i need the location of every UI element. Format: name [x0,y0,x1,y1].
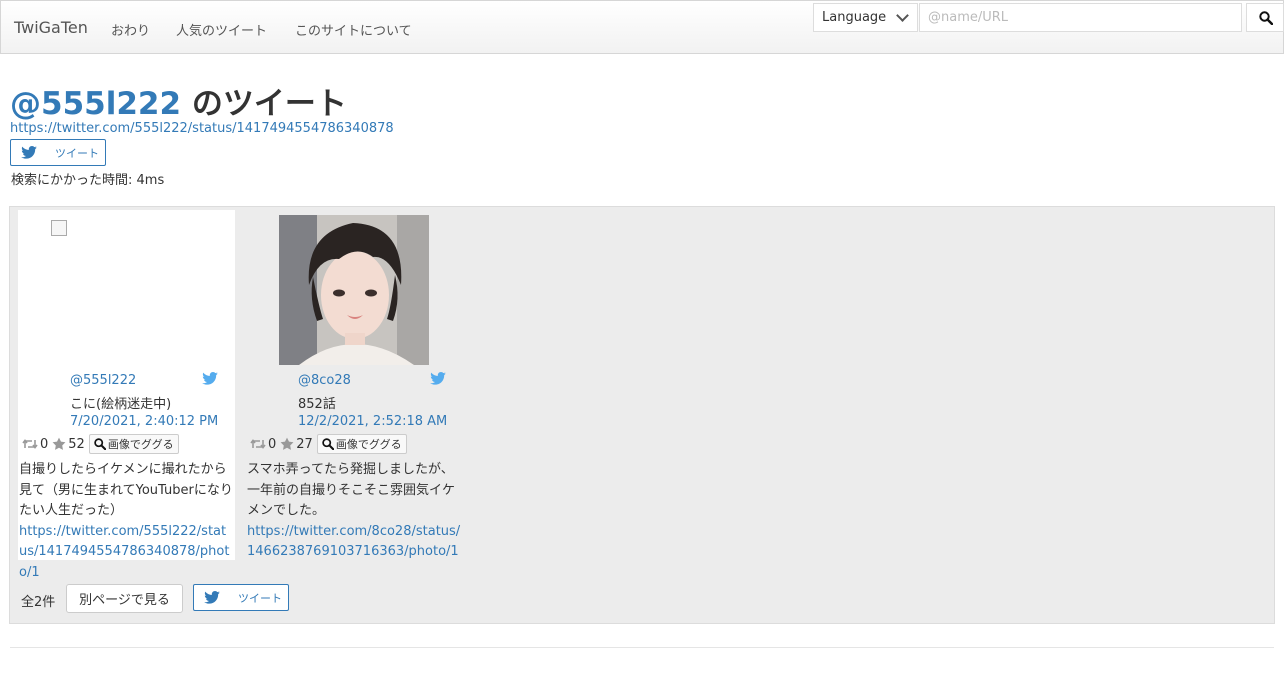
tweet-button-top[interactable]: ツイート [10,139,106,166]
tweet-text: 自撮りしたらイケメンに撮れたから見て（男に生まれてYouTuberになりたい人生… [19,460,233,583]
page-title: @555l222 のツイート [10,78,347,123]
tweet-user-link[interactable]: @8co28 [298,373,351,388]
search-icon [94,438,106,450]
nav-link-about[interactable]: このサイトについて [295,20,412,39]
twitter-icon[interactable] [202,372,218,385]
search-button[interactable] [1246,3,1284,32]
tweet-body: スマホ弄ってたら発掘しましたが、一年前の自撮りそこそこ雰囲気イケメンでした。 [247,462,456,518]
twitter-icon [204,591,220,604]
like-count: 27 [296,436,313,452]
tweet-stats: 0 52 画像でググる [22,434,179,454]
star-icon [280,437,294,450]
nav-link-owari[interactable]: おわり [111,20,150,39]
google-image-search-button[interactable]: 画像でググる [88,434,179,454]
tweet-body: 自撮りしたらイケメンに撮れたから見て（男に生まれてYouTuberになりたい人生… [19,462,233,518]
twitter-icon[interactable] [430,372,446,385]
like-count: 52 [68,436,85,452]
tweet-image[interactable] [279,215,429,365]
retweet-icon [250,439,266,449]
google-image-search-button[interactable]: 画像でググる [316,434,407,454]
tweet-button-bottom-label: ツイート [238,591,282,605]
divider [10,647,1274,648]
search-input[interactable] [919,3,1242,32]
twitter-icon [21,146,37,159]
tweet-display-name: 852話 [298,397,336,412]
google-image-search-label: 画像でググる [107,438,174,451]
tweet-button-top-label: ツイート [55,146,99,160]
tweet-button-bottom[interactable]: ツイート [193,584,289,611]
brand-link[interactable]: TwiGaTen [14,18,88,37]
result-count: 全2件 [21,595,56,610]
tweet-card: @8co28 852話 12/2/2021, 2:52:18 AM 0 27 画… [246,210,463,560]
retweet-count: 0 [40,436,49,452]
tweet-text: スマホ弄ってたら発掘しましたが、一年前の自撮りそこそこ雰囲気イケメンでした。 h… [247,460,461,563]
retweet-count: 0 [268,436,277,452]
tweet-date-link[interactable]: 7/20/2021, 2:40:12 PM [70,414,218,429]
navbar: TwiGaTen おわり 人気のツイート このサイトについて Language [0,0,1284,54]
page-title-suffix: のツイート [181,86,347,122]
tweet-image-broken[interactable] [51,220,67,236]
tweet-stats: 0 27 画像でググる [250,434,407,454]
tweet-photo-link[interactable]: https://twitter.com/8co28/status/1466238… [247,524,460,560]
results-panel: @555l222 こに(絵柄迷走中) 7/20/2021, 2:40:12 PM… [9,206,1275,624]
nav-link-popular[interactable]: 人気のツイート [176,20,267,39]
selfie-photo [279,215,429,365]
language-select[interactable]: Language [813,3,918,32]
tweet-photo-link[interactable]: https://twitter.com/555l222/status/14174… [19,524,229,580]
tweet-date-link[interactable]: 12/2/2021, 2:52:18 AM [298,414,447,429]
chevron-down-icon [896,9,909,22]
page-title-user-link[interactable]: @555l222 [10,86,181,122]
tweet-display-name: こに(絵柄迷走中) [70,397,172,412]
language-select-label: Language [822,10,887,25]
search-time: 検索にかかった時間: 4ms [11,173,165,188]
tweet-card: @555l222 こに(絵柄迷走中) 7/20/2021, 2:40:12 PM… [18,210,235,580]
tweet-user-link[interactable]: @555l222 [70,373,136,388]
google-image-search-label: 画像でググる [335,438,402,451]
other-page-button[interactable]: 別ページで見る [66,584,183,613]
results-footer: 全2件 別ページで見る ツイート [10,583,1274,613]
status-url-link[interactable]: https://twitter.com/555l222/status/14174… [10,121,394,136]
star-icon [52,437,66,450]
search-icon [1259,11,1273,25]
retweet-icon [22,439,38,449]
search-icon [322,438,334,450]
